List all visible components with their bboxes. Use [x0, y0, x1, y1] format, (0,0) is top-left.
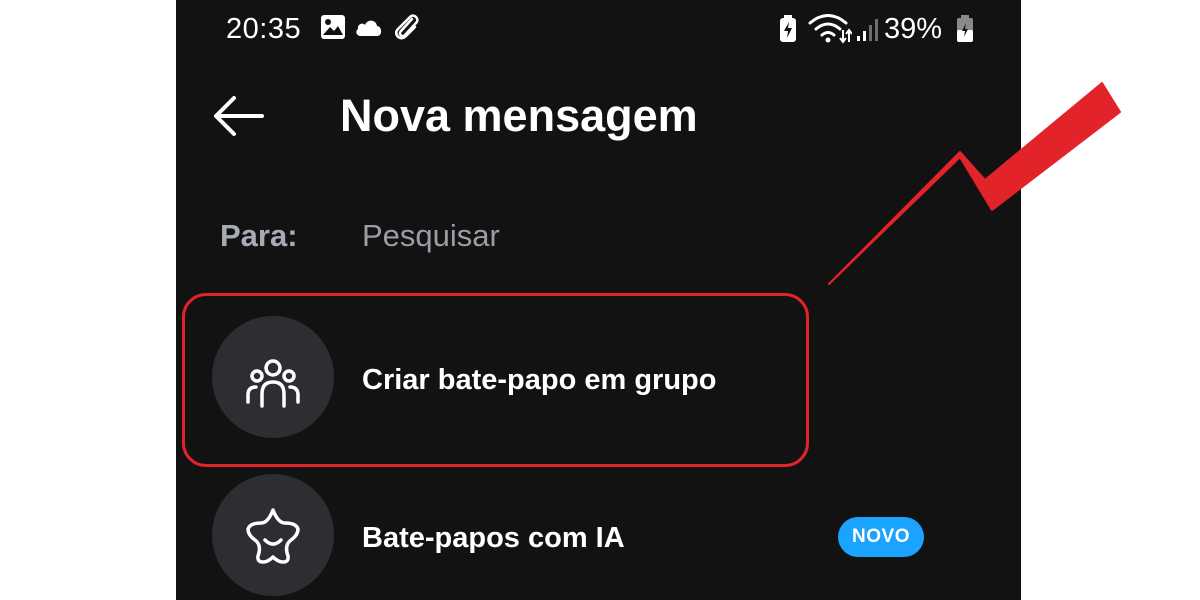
battery-icon: [957, 15, 973, 42]
wifi-icon: [808, 14, 852, 44]
page-title: Nova mensagem: [340, 90, 698, 141]
status-bar: 20:35 39%: [176, 0, 1021, 58]
list-item-label: Bate-papos com IA: [362, 522, 625, 554]
status-time: 20:35: [226, 13, 302, 45]
ai-sparkle-icon: [246, 508, 300, 564]
back-arrow-icon[interactable]: [210, 92, 266, 140]
battery-saver-icon: [780, 15, 796, 42]
cloud-icon: [356, 20, 382, 36]
list-item-create-group[interactable]: Criar bate-papo em grupo: [176, 307, 1021, 447]
avatar: [212, 474, 334, 596]
group-icon: [246, 359, 300, 408]
list-item-label: Criar bate-papo em grupo: [362, 364, 717, 396]
paperclip-icon: [395, 14, 419, 40]
avatar: [212, 316, 334, 438]
signal-icon: [857, 19, 878, 41]
to-label: Para:: [220, 218, 298, 253]
battery-level: 39%: [884, 13, 943, 45]
search-input[interactable]: [362, 214, 922, 258]
app-screen: 20:35 39% Nova mensagem Para: Pesquisar …: [176, 0, 1021, 600]
new-badge: NOVO: [838, 517, 924, 557]
image-icon: [321, 15, 345, 39]
